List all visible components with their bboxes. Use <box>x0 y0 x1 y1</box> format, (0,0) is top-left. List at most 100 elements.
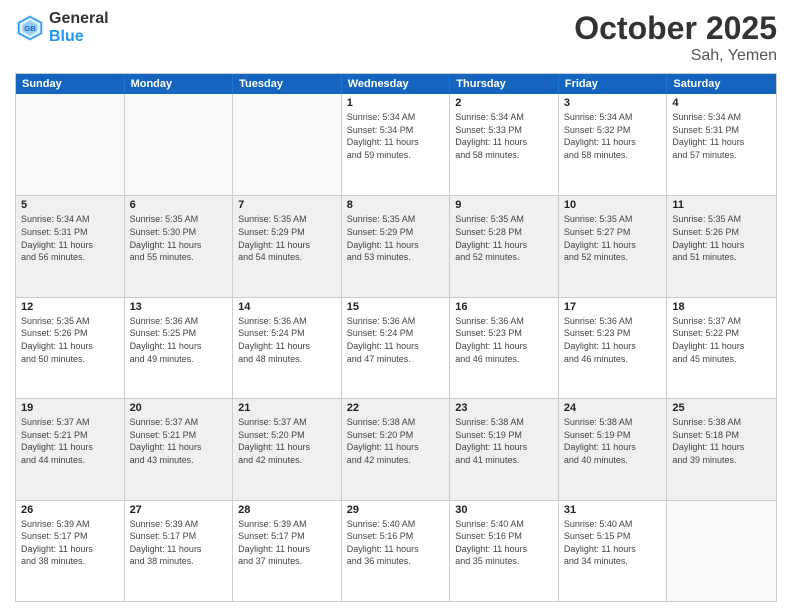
calendar-cell: 6 Sunrise: 5:35 AM Sunset: 5:30 PM Daylig… <box>125 196 234 296</box>
day-number: 5 <box>21 199 119 211</box>
day-number: 10 <box>564 199 662 211</box>
day-number: 25 <box>672 402 771 414</box>
day-info: Sunrise: 5:36 AM Sunset: 5:23 PM Dayligh… <box>564 315 662 365</box>
day-number: 28 <box>238 504 336 516</box>
calendar-cell: 4 Sunrise: 5:34 AM Sunset: 5:31 PM Daylig… <box>667 94 776 195</box>
svg-text:GB: GB <box>24 24 36 33</box>
header-saturday: Saturday <box>667 74 776 94</box>
calendar-cell: 27 Sunrise: 5:39 AM Sunset: 5:17 PM Dayli… <box>125 501 234 601</box>
day-number: 19 <box>21 402 119 414</box>
day-number: 7 <box>238 199 336 211</box>
day-info: Sunrise: 5:40 AM Sunset: 5:16 PM Dayligh… <box>347 518 445 568</box>
calendar-row-5: 26Sunrise: 5:39 AM Sunset: 5:17 PM Dayli… <box>16 500 776 601</box>
day-number: 2 <box>455 97 553 109</box>
day-info: Sunrise: 5:39 AM Sunset: 5:17 PM Dayligh… <box>21 518 119 568</box>
logo-icon: GB <box>15 13 45 43</box>
day-info: Sunrise: 5:35 AM Sunset: 5:26 PM Dayligh… <box>21 315 119 365</box>
header: GB General Blue October 2025 Sah, Yemen <box>15 10 777 65</box>
header-sunday: Sunday <box>16 74 125 94</box>
day-number: 16 <box>455 301 553 313</box>
calendar-row-2: 5 Sunrise: 5:34 AM Sunset: 5:31 PM Daylig… <box>16 195 776 296</box>
day-info: Sunrise: 5:36 AM Sunset: 5:24 PM Dayligh… <box>347 315 445 365</box>
day-info: Sunrise: 5:36 AM Sunset: 5:24 PM Dayligh… <box>238 315 336 365</box>
calendar-cell: 12 Sunrise: 5:35 AM Sunset: 5:26 PM Dayli… <box>16 298 125 398</box>
day-info: Sunrise: 5:37 AM Sunset: 5:22 PM Dayligh… <box>672 315 771 365</box>
day-number: 20 <box>130 402 228 414</box>
header-tuesday: Tuesday <box>233 74 342 94</box>
month-title: October 2025 <box>574 10 777 47</box>
calendar-header: Sunday Monday Tuesday Wednesday Thursday… <box>16 74 776 94</box>
day-number: 21 <box>238 402 336 414</box>
calendar-cell <box>16 94 125 195</box>
day-info: Sunrise: 5:38 AM Sunset: 5:19 PM Dayligh… <box>455 416 553 466</box>
day-number: 23 <box>455 402 553 414</box>
day-number: 3 <box>564 97 662 109</box>
day-info: Sunrise: 5:34 AM Sunset: 5:34 PM Dayligh… <box>347 111 445 161</box>
day-info: Sunrise: 5:34 AM Sunset: 5:31 PM Dayligh… <box>672 111 771 161</box>
day-number: 1 <box>347 97 445 109</box>
calendar-cell: 31 Sunrise: 5:40 AM Sunset: 5:15 PM Dayli… <box>559 501 668 601</box>
calendar-cell: 11Sunrise: 5:35 AM Sunset: 5:26 PM Dayli… <box>667 196 776 296</box>
calendar-body: 1 Sunrise: 5:34 AM Sunset: 5:34 PM Daylig… <box>16 94 776 601</box>
calendar-cell: 13Sunrise: 5:36 AM Sunset: 5:25 PM Dayli… <box>125 298 234 398</box>
calendar-row-4: 19 Sunrise: 5:37 AM Sunset: 5:21 PM Dayli… <box>16 398 776 499</box>
header-friday: Friday <box>559 74 668 94</box>
day-number: 17 <box>564 301 662 313</box>
calendar-cell <box>233 94 342 195</box>
day-info: Sunrise: 5:34 AM Sunset: 5:31 PM Dayligh… <box>21 213 119 263</box>
calendar-cell: 20Sunrise: 5:37 AM Sunset: 5:21 PM Dayli… <box>125 399 234 499</box>
day-number: 29 <box>347 504 445 516</box>
calendar-cell: 5 Sunrise: 5:34 AM Sunset: 5:31 PM Daylig… <box>16 196 125 296</box>
day-number: 12 <box>21 301 119 313</box>
day-number: 24 <box>564 402 662 414</box>
logo-blue: Blue <box>49 28 84 45</box>
day-info: Sunrise: 5:36 AM Sunset: 5:25 PM Dayligh… <box>130 315 228 365</box>
header-wednesday: Wednesday <box>342 74 451 94</box>
day-info: Sunrise: 5:40 AM Sunset: 5:15 PM Dayligh… <box>564 518 662 568</box>
day-info: Sunrise: 5:37 AM Sunset: 5:20 PM Dayligh… <box>238 416 336 466</box>
day-info: Sunrise: 5:36 AM Sunset: 5:23 PM Dayligh… <box>455 315 553 365</box>
day-number: 22 <box>347 402 445 414</box>
day-info: Sunrise: 5:39 AM Sunset: 5:17 PM Dayligh… <box>238 518 336 568</box>
day-info: Sunrise: 5:38 AM Sunset: 5:20 PM Dayligh… <box>347 416 445 466</box>
day-info: Sunrise: 5:35 AM Sunset: 5:28 PM Dayligh… <box>455 213 553 263</box>
calendar-cell: 19 Sunrise: 5:37 AM Sunset: 5:21 PM Dayli… <box>16 399 125 499</box>
title-block: October 2025 Sah, Yemen <box>574 10 777 65</box>
day-number: 4 <box>672 97 771 109</box>
calendar-cell: 30 Sunrise: 5:40 AM Sunset: 5:16 PM Dayli… <box>450 501 559 601</box>
day-info: Sunrise: 5:35 AM Sunset: 5:27 PM Dayligh… <box>564 213 662 263</box>
calendar-cell: 8Sunrise: 5:35 AM Sunset: 5:29 PM Daylig… <box>342 196 451 296</box>
day-number: 30 <box>455 504 553 516</box>
day-number: 31 <box>564 504 662 516</box>
day-number: 8 <box>347 199 445 211</box>
calendar-cell: 1 Sunrise: 5:34 AM Sunset: 5:34 PM Daylig… <box>342 94 451 195</box>
day-number: 27 <box>130 504 228 516</box>
calendar-cell: 2 Sunrise: 5:34 AM Sunset: 5:33 PM Daylig… <box>450 94 559 195</box>
day-info: Sunrise: 5:34 AM Sunset: 5:33 PM Dayligh… <box>455 111 553 161</box>
logo-general: General <box>49 10 109 27</box>
calendar-cell: 9Sunrise: 5:35 AM Sunset: 5:28 PM Daylig… <box>450 196 559 296</box>
day-info: Sunrise: 5:35 AM Sunset: 5:29 PM Dayligh… <box>238 213 336 263</box>
day-number: 18 <box>672 301 771 313</box>
day-info: Sunrise: 5:39 AM Sunset: 5:17 PM Dayligh… <box>130 518 228 568</box>
logo: GB General Blue <box>15 10 109 45</box>
day-number: 15 <box>347 301 445 313</box>
day-info: Sunrise: 5:35 AM Sunset: 5:30 PM Dayligh… <box>130 213 228 263</box>
calendar-cell: 14 Sunrise: 5:36 AM Sunset: 5:24 PM Dayli… <box>233 298 342 398</box>
calendar-cell: 16 Sunrise: 5:36 AM Sunset: 5:23 PM Dayli… <box>450 298 559 398</box>
day-number: 11 <box>672 199 771 211</box>
calendar-cell: 17 Sunrise: 5:36 AM Sunset: 5:23 PM Dayli… <box>559 298 668 398</box>
day-info: Sunrise: 5:34 AM Sunset: 5:32 PM Dayligh… <box>564 111 662 161</box>
calendar-cell: 15 Sunrise: 5:36 AM Sunset: 5:24 PM Dayli… <box>342 298 451 398</box>
day-number: 14 <box>238 301 336 313</box>
calendar-cell: 23 Sunrise: 5:38 AM Sunset: 5:19 PM Dayli… <box>450 399 559 499</box>
page: GB General Blue October 2025 Sah, Yemen … <box>0 0 792 612</box>
day-info: Sunrise: 5:37 AM Sunset: 5:21 PM Dayligh… <box>21 416 119 466</box>
header-thursday: Thursday <box>450 74 559 94</box>
day-number: 6 <box>130 199 228 211</box>
calendar-cell: 7 Sunrise: 5:35 AM Sunset: 5:29 PM Daylig… <box>233 196 342 296</box>
calendar-cell <box>125 94 234 195</box>
day-info: Sunrise: 5:40 AM Sunset: 5:16 PM Dayligh… <box>455 518 553 568</box>
calendar-cell: 25Sunrise: 5:38 AM Sunset: 5:18 PM Dayli… <box>667 399 776 499</box>
header-monday: Monday <box>125 74 234 94</box>
